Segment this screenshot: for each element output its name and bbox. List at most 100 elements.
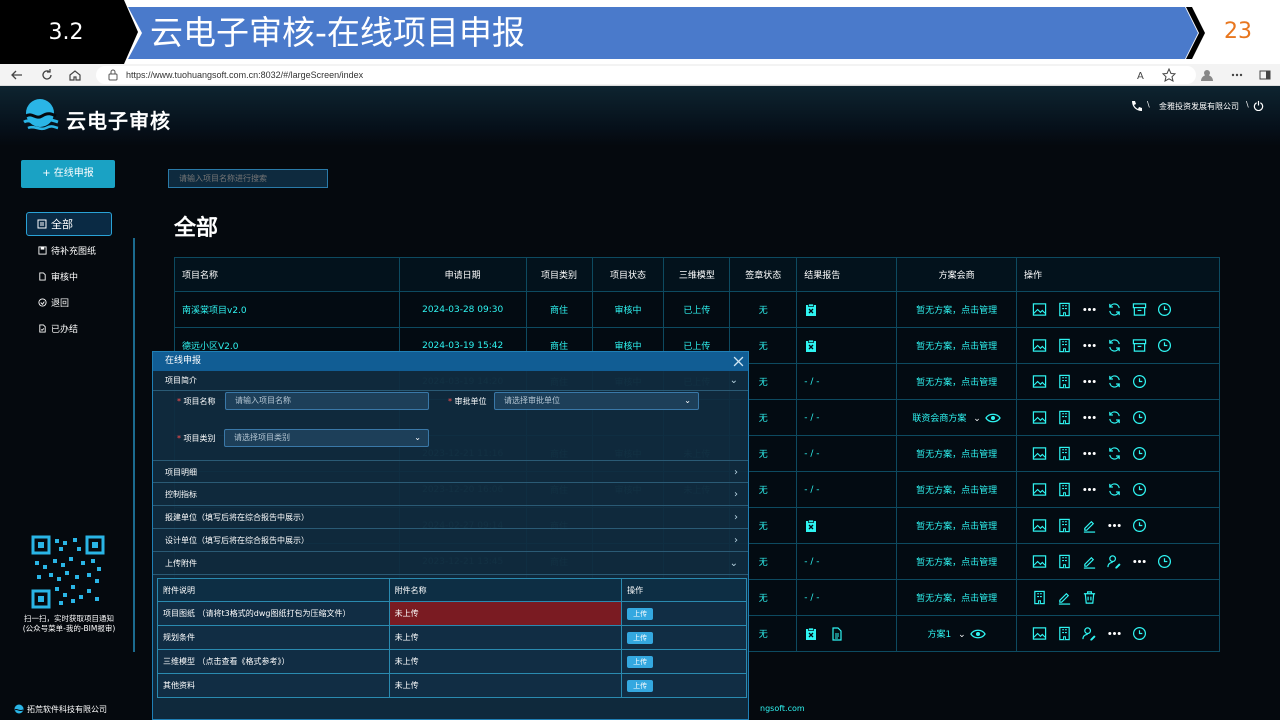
sidebar-item-returned[interactable]: 退回 [26, 290, 112, 314]
scheme-value[interactable]: 方案1 [928, 630, 952, 640]
sidebar-item-reviewing[interactable]: 审核中 [26, 264, 112, 288]
clock-icon[interactable] [1132, 482, 1147, 497]
section-builder-unit[interactable]: 报建单位（填写后将在综合报告中展示） › [153, 506, 748, 529]
clock-icon[interactable] [1132, 410, 1147, 425]
more-icon[interactable] [1082, 446, 1097, 461]
clock-icon[interactable] [1132, 374, 1147, 389]
more-icon[interactable] [1082, 374, 1097, 389]
read-aloud-icon[interactable]: A [1136, 68, 1150, 82]
back-icon[interactable] [10, 68, 24, 82]
sync-icon[interactable] [1107, 374, 1122, 389]
edit-icon[interactable] [1057, 590, 1072, 605]
upload-button[interactable]: 上传 [627, 607, 654, 620]
document-icon[interactable] [830, 626, 844, 641]
eye-icon[interactable] [969, 628, 986, 640]
approval-unit-select[interactable]: 请选择审批单位 ⌄ [494, 392, 699, 410]
more-icon[interactable] [1082, 302, 1097, 317]
scheme-value[interactable]: 暂无方案，点击管理 [916, 558, 997, 568]
sync-icon[interactable] [1107, 302, 1122, 317]
scheme-value[interactable]: 暂无方案，点击管理 [916, 306, 997, 316]
sidebar-item-completed[interactable]: 已办结 [26, 316, 112, 340]
building-icon[interactable] [1057, 374, 1072, 389]
home-icon[interactable] [68, 68, 82, 82]
close-icon[interactable] [733, 356, 744, 367]
section-attachments[interactable]: 上传附件 ⌄ [153, 552, 748, 575]
address-bar[interactable]: https://www.tuohuangsoft.com.cn:8032/#/l… [96, 66, 1196, 84]
eye-icon[interactable] [985, 412, 1001, 424]
clock-icon[interactable] [1132, 626, 1147, 641]
image-icon[interactable] [1032, 410, 1047, 425]
more-icon[interactable] [1082, 338, 1097, 353]
image-icon[interactable] [1032, 446, 1047, 461]
section-design-unit[interactable]: 设计单位（填写后将在综合报告中展示） › [153, 529, 748, 552]
project-type-select[interactable]: 请选择项目类别 ⌄ [224, 429, 429, 447]
refresh-icon[interactable] [40, 68, 54, 82]
building-icon[interactable] [1057, 518, 1072, 533]
more-icon[interactable] [1132, 554, 1147, 569]
scheme-value[interactable]: 暂无方案，点击管理 [916, 342, 997, 352]
trash-icon[interactable] [1082, 590, 1097, 605]
sync-icon[interactable] [1107, 338, 1122, 353]
image-icon[interactable] [1032, 482, 1047, 497]
archive-icon[interactable] [1132, 338, 1147, 353]
edit-icon[interactable] [1082, 518, 1097, 533]
clock-icon[interactable] [1157, 554, 1172, 569]
more-icon[interactable] [1082, 482, 1097, 497]
report-clipboard-icon[interactable] [804, 627, 818, 641]
clock-icon[interactable] [1132, 446, 1147, 461]
section-intro[interactable]: 项目简介 ⌄ [153, 371, 748, 391]
scheme-value[interactable]: 暂无方案，点击管理 [916, 450, 997, 460]
company-name[interactable]: 金雅投资发展有限公司 [1159, 101, 1239, 112]
scheme-value[interactable]: 暂无方案，点击管理 [916, 594, 997, 604]
more-icon[interactable] [1107, 626, 1122, 641]
table-row[interactable]: 南溪棠项目v2.0 2024-03-28 09:30 商住 审核中 已上传无 暂无方案，点… [174, 291, 1220, 328]
section-control-index[interactable]: 控制指标 › [153, 483, 748, 506]
edit-icon[interactable] [1082, 554, 1097, 569]
image-icon[interactable] [1032, 302, 1047, 317]
scheme-value[interactable]: 暂无方案，点击管理 [916, 378, 997, 388]
image-icon[interactable] [1032, 338, 1047, 353]
profile-icon[interactable] [1200, 68, 1214, 82]
report-clipboard-icon[interactable] [804, 339, 818, 353]
building-icon[interactable] [1057, 302, 1072, 317]
clock-icon[interactable] [1157, 302, 1172, 317]
sync-icon[interactable] [1107, 482, 1122, 497]
upload-button[interactable]: 上传 [627, 655, 654, 668]
clock-icon[interactable] [1157, 338, 1172, 353]
chevron-down-icon[interactable]: ⌄ [973, 414, 981, 424]
image-icon[interactable] [1032, 374, 1047, 389]
sidebar-item-all[interactable]: 全部 [26, 212, 112, 236]
power-icon[interactable] [1253, 100, 1264, 111]
favorite-star-icon[interactable] [1162, 68, 1176, 82]
sync-icon[interactable] [1107, 410, 1122, 425]
section-detail[interactable]: 项目明细 › [153, 460, 748, 483]
sidebar-item-pending-drawings[interactable]: 待补充图纸 [26, 238, 112, 262]
more-icon[interactable] [1107, 518, 1122, 533]
search-input[interactable] [168, 169, 328, 188]
building-icon[interactable] [1057, 554, 1072, 569]
building-icon[interactable] [1032, 590, 1047, 605]
chevron-down-icon[interactable]: ⌄ [958, 630, 966, 640]
image-icon[interactable] [1032, 518, 1047, 533]
building-icon[interactable] [1057, 338, 1072, 353]
more-menu-icon[interactable] [1230, 68, 1244, 82]
sync-icon[interactable] [1107, 446, 1122, 461]
building-icon[interactable] [1057, 446, 1072, 461]
scheme-value[interactable]: 暂无方案，点击管理 [916, 522, 997, 532]
scheme-value[interactable]: 暂无方案，点击管理 [916, 486, 997, 496]
project-name-input[interactable]: 请输入项目名称 [225, 392, 429, 410]
image-icon[interactable] [1032, 626, 1047, 641]
upload-button[interactable]: 上传 [627, 631, 654, 644]
user-edit-icon[interactable] [1107, 554, 1122, 569]
more-icon[interactable] [1082, 410, 1097, 425]
upload-button[interactable]: 上传 [627, 679, 654, 692]
building-icon[interactable] [1057, 626, 1072, 641]
building-icon[interactable] [1057, 482, 1072, 497]
user-edit-icon[interactable] [1082, 626, 1097, 641]
scheme-value[interactable]: 联资会商方案 [912, 414, 966, 424]
report-clipboard-icon[interactable] [804, 303, 818, 317]
image-icon[interactable] [1032, 554, 1047, 569]
sidebar-toggle-icon[interactable] [1258, 68, 1272, 82]
archive-icon[interactable] [1132, 302, 1147, 317]
online-apply-button[interactable]: + 在线申报 [21, 160, 115, 188]
